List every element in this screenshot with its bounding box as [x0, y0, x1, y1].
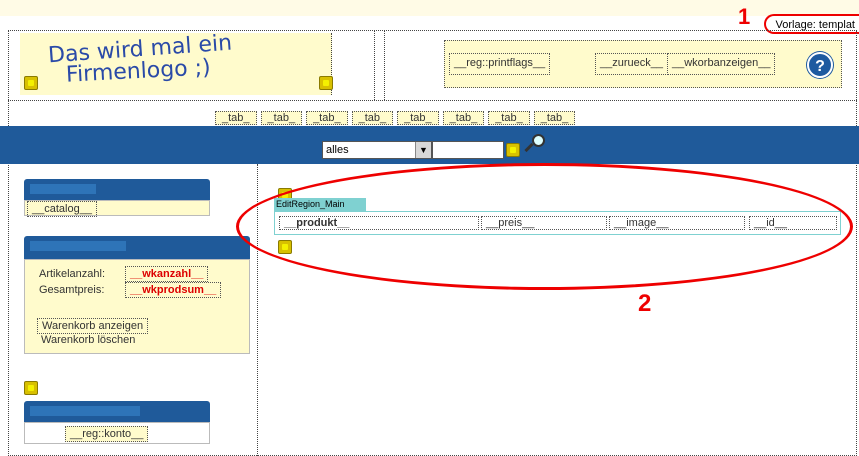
- tab-item[interactable]: _tab_: [260, 111, 303, 125]
- tab-item[interactable]: _tab_: [488, 111, 530, 125]
- category-select[interactable]: alles ▼: [322, 141, 432, 159]
- article-count-label: Artikelanzahl:: [39, 268, 106, 280]
- tab-item[interactable]: _tab_: [397, 111, 439, 125]
- annotation-number-1: 1: [738, 4, 751, 29]
- header-column-divider-2: [384, 30, 385, 100]
- back-link[interactable]: __zurueck__: [595, 53, 668, 75]
- catalog-box-header: [24, 179, 210, 201]
- search-input[interactable]: [432, 141, 504, 159]
- show-cart-link[interactable]: Warenkorb anzeigen: [37, 318, 149, 334]
- catalog-box: __catalog__: [24, 200, 210, 217]
- help-icon[interactable]: ?: [807, 52, 833, 78]
- top-strip: [0, 0, 859, 16]
- show-cart-link[interactable]: __wkorbanzeigen__: [667, 53, 776, 75]
- tab-item[interactable]: _tab_: [442, 111, 485, 125]
- annotation-ellipse: [236, 163, 853, 290]
- clear-cart-link[interactable]: Warenkorb löschen: [41, 334, 135, 346]
- total-price-label: Gesamtpreis:: [39, 284, 105, 296]
- chevron-down-icon[interactable]: ▼: [415, 142, 431, 158]
- tab-item[interactable]: _tab_: [215, 111, 257, 125]
- account-link[interactable]: __reg::konto__: [65, 426, 149, 442]
- edit-lock-icon[interactable]: [24, 381, 38, 395]
- tab-item[interactable]: _tab_: [351, 111, 394, 125]
- account-box-header: [24, 401, 210, 423]
- header-divider: [8, 100, 857, 101]
- cart-box: Artikelanzahl: __wkanzahl__ Gesamtpreis:…: [24, 259, 250, 354]
- company-logo-placeholder: Das wird mal ein Firmenlogo ;): [20, 31, 332, 95]
- tab-bar: _tab_ _tab_ _tab_ _tab_ _tab_ _tab_ _tab_ _tab_: [215, 111, 579, 125]
- annotation-number-2: 2: [638, 290, 652, 317]
- tab-item[interactable]: _tab_: [533, 111, 576, 125]
- account-box: __reg::konto__: [24, 422, 210, 444]
- edit-lock-icon[interactable]: [506, 143, 520, 157]
- total-price-value: __wkprodsum__: [125, 282, 222, 298]
- search-icon[interactable]: [520, 133, 548, 159]
- printflags-link[interactable]: __reg::printflags__: [449, 53, 551, 75]
- category-select-value: alles: [326, 144, 349, 156]
- header-column-divider: [374, 30, 375, 100]
- article-count-value: __wkanzahl__: [125, 266, 209, 282]
- header-flags-panel: __reg::printflags__ __zurueck__ __wkorba…: [444, 40, 842, 88]
- edit-lock-icon[interactable]: [24, 76, 38, 90]
- catalog-link[interactable]: __catalog__: [27, 201, 97, 217]
- tab-item[interactable]: _tab_: [306, 111, 348, 125]
- cart-box-header: [24, 236, 250, 260]
- logo-text-line2: Firmenlogo ;): [65, 55, 212, 88]
- edit-lock-icon[interactable]: [319, 76, 333, 90]
